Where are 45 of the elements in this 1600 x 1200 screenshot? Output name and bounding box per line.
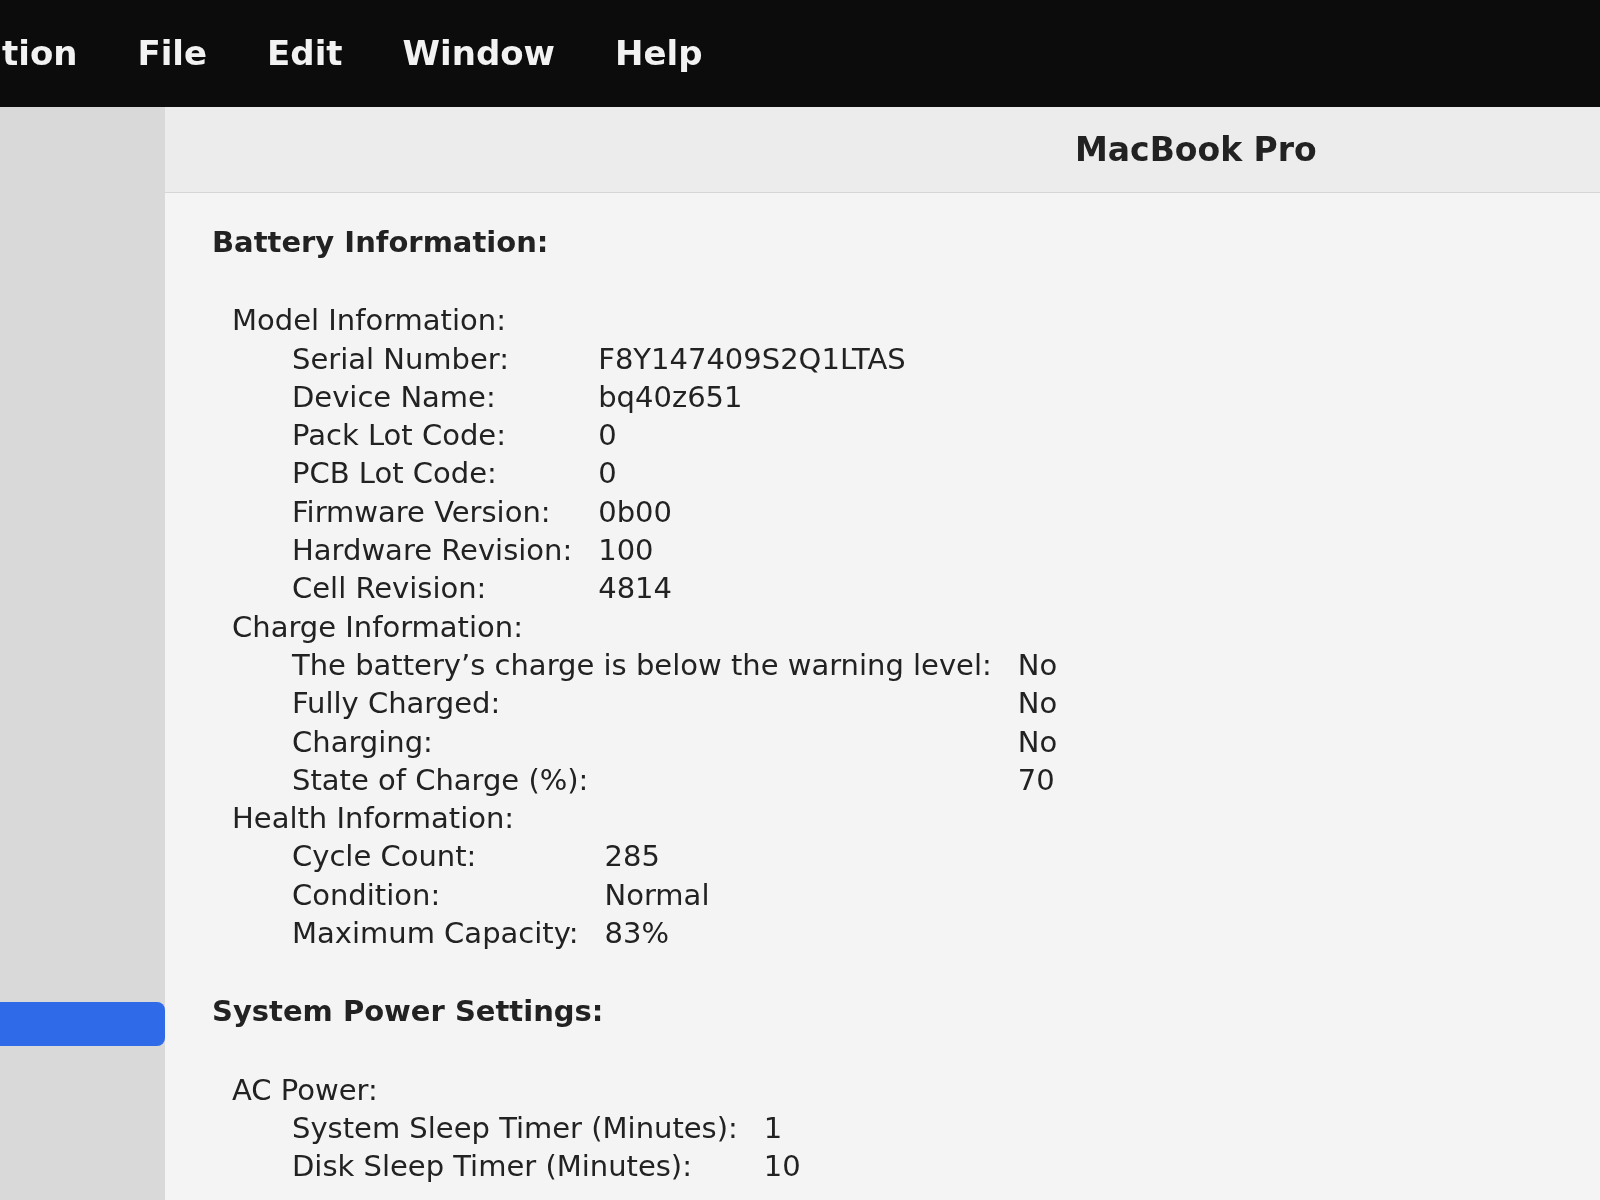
field-label: Pack Lot Code:	[292, 417, 507, 455]
field-label: PCB Lot Code:	[292, 455, 498, 493]
menu-item[interactable]: Help	[615, 28, 703, 79]
field-value: bq40z651	[598, 378, 744, 416]
field-label: The battery’s charge is below the warning level:	[292, 646, 992, 684]
field-label: Fully Charged:	[292, 685, 502, 723]
field-value: No	[1017, 723, 1058, 761]
field-value: Normal	[604, 876, 710, 914]
field-label: Charging:	[292, 723, 434, 761]
field-value: 1	[763, 1109, 784, 1147]
field-value: 100	[598, 532, 655, 570]
field-label: Serial Number:	[292, 340, 511, 378]
menu-item[interactable]: File	[137, 28, 208, 79]
field-value: 4814	[598, 570, 673, 608]
field-label: Device Name:	[292, 378, 497, 416]
field-label: Condition:	[292, 876, 442, 914]
field-value: F8Y147409S2Q1LTAS	[598, 340, 906, 378]
section-heading: Battery Information:	[212, 224, 550, 261]
field-label: Disk Sleep Timer (Minutes):	[292, 1148, 693, 1186]
group-heading: Charge Information:	[232, 608, 524, 646]
field-value: 0b00	[598, 493, 673, 531]
menu-item[interactable]: tion	[2, 28, 78, 79]
field-value: 0	[598, 417, 618, 455]
field-label: Hardware Revision:	[292, 532, 573, 570]
sidebar-item[interactable]	[0, 1002, 165, 1046]
field-label: Firmware Version:	[292, 493, 552, 531]
field-label: State of Charge (%):	[292, 761, 590, 799]
field-label: Cycle Count:	[292, 838, 478, 876]
field-value: 83%	[604, 915, 670, 953]
field-label: System Sleep Timer (Minutes):	[292, 1109, 738, 1147]
field-value: No	[1017, 646, 1058, 684]
field-label: Cell Revision:	[292, 570, 488, 608]
field-label: Maximum Capacity:	[292, 915, 579, 953]
field-value: 70	[1017, 761, 1056, 799]
menu-item[interactable]: Edit	[267, 28, 343, 79]
group-heading: Health Information:	[232, 800, 516, 838]
field-value: 285	[604, 838, 661, 876]
group-heading: Model Information:	[232, 302, 507, 340]
menu-item[interactable]: Window	[402, 28, 556, 79]
field-value: No	[1017, 685, 1058, 723]
field-value: 10	[763, 1148, 801, 1186]
section-heading: System Power Settings:	[212, 993, 605, 1031]
window-title: MacBook Pro	[1075, 128, 1317, 171]
field-value: 0	[598, 455, 618, 493]
group-heading: AC Power:	[232, 1071, 379, 1109]
